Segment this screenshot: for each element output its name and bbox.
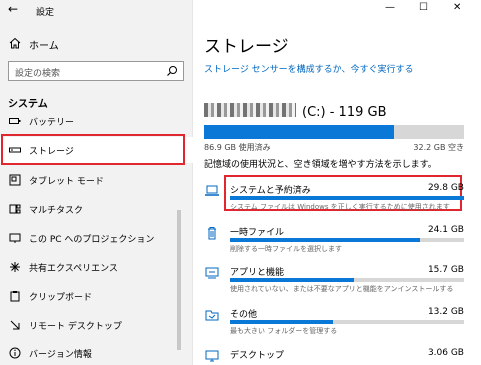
sidebar-item-label: マルチタスク — [29, 206, 84, 216]
drive-usage-fill — [204, 125, 394, 139]
sidebar-item-label: クリップボード — [29, 293, 93, 303]
category-name: その他 — [230, 310, 258, 320]
category-size: 15.7 GB — [427, 265, 464, 275]
redacted-drive-name — [204, 103, 296, 117]
sidebar-item-label: この PC へのプロジェクション — [29, 235, 155, 245]
drive-used: 86.9 GB 使用済み — [204, 143, 271, 152]
title-bar: ← 設定 — [0, 0, 193, 22]
drive-label: (C:) - 119 GB — [302, 105, 387, 120]
category-bar — [230, 196, 464, 200]
remote-icon — [10, 320, 20, 330]
highlight-box — [1, 134, 185, 165]
sidebar-item-label: リモート デスクトップ — [29, 322, 122, 332]
sidebar-item-remote-desktop[interactable]: リモート デスクトップ — [0, 312, 193, 338]
apps-icon — [205, 267, 219, 279]
category-size: 13.2 GB — [427, 307, 464, 317]
nav-home[interactable]: ホーム — [0, 34, 193, 54]
category-size: 29.8 GB — [427, 183, 464, 193]
category-subtext: システム ファイルは Windows を正しく実行するために使用されます — [230, 203, 450, 211]
category-name: アプリと機能 — [230, 268, 285, 278]
desktop-icon — [205, 350, 219, 362]
drive-free: 32.2 GB 空き — [413, 143, 464, 152]
category-bar-fill — [230, 238, 420, 242]
info-icon — [9, 347, 21, 359]
window-controls: — ☐ ✕ — [371, 0, 481, 18]
usage-description: 記憶域の使用状況と、空き領域を増やす方法を示します。 — [204, 160, 437, 170]
category-size: 3.06 GB — [427, 348, 464, 358]
folder-icon — [205, 310, 219, 321]
category-bar-fill — [230, 320, 333, 324]
category-size: 24.1 GB — [427, 225, 464, 235]
sidebar-item-projection[interactable]: この PC へのプロジェクション — [0, 225, 193, 251]
minimize-button[interactable]: — — [385, 2, 395, 13]
close-button[interactable]: ✕ — [453, 2, 461, 13]
search-input[interactable]: 設定の検索 — [8, 61, 184, 81]
storage-sense-link[interactable]: ストレージ センサーを構成するか、今すぐ実行する — [204, 62, 414, 75]
sidebar-item-label: バージョン情報 — [29, 350, 92, 360]
category-name: 一時ファイル — [230, 228, 285, 238]
battery-icon — [9, 118, 21, 124]
page-title: ストレージ — [204, 37, 289, 57]
drive-usage-bar — [204, 125, 464, 139]
sidebar-item-shared-experiences[interactable]: 共有エクスペリエンス — [0, 254, 193, 280]
trash-icon — [208, 227, 216, 240]
sidebar-item-label: バッテリー — [29, 118, 75, 128]
sidebar-item-tablet-mode[interactable]: タブレット モード — [0, 167, 193, 193]
back-button[interactable]: ← — [8, 2, 18, 16]
multitask-icon — [9, 204, 21, 214]
tablet-icon — [9, 174, 21, 186]
app-title: 設定 — [36, 8, 55, 18]
clipboard-icon — [10, 291, 20, 302]
nav-home-label: ホーム — [29, 41, 59, 52]
settings-sidebar: ← 設定 ホーム 設定の検索 システム バッテリー ストレージ タブレット モー… — [0, 0, 193, 365]
search-placeholder: 設定の検索 — [15, 69, 61, 79]
category-bar — [230, 320, 464, 324]
sidebar-item-multitask[interactable]: マルチタスク — [0, 196, 193, 222]
sidebar-item-label: 共有エクスペリエンス — [29, 264, 118, 274]
home-icon — [9, 37, 21, 49]
sidebar-item-clipboard[interactable]: クリップボード — [0, 283, 193, 309]
category-bar-fill — [230, 196, 464, 200]
shared-icon — [10, 262, 20, 272]
category-subtext: 削除する一時ファイルを選択します — [230, 245, 342, 253]
category-bar — [230, 278, 464, 282]
drive-heading: (C:) - 119 GB — [204, 103, 387, 120]
sidebar-item-battery[interactable]: バッテリー — [0, 108, 193, 134]
category-bar-fill — [230, 278, 355, 282]
search-icon — [167, 66, 177, 76]
sidebar-item-about[interactable]: バージョン情報 — [0, 340, 193, 365]
sidebar-item-label: タブレット モード — [29, 177, 104, 187]
category-subtext: 最も大きい フォルダーを管理する — [230, 327, 338, 335]
laptop-icon — [205, 185, 219, 196]
maximize-button[interactable]: ☐ — [419, 2, 428, 13]
projection-icon — [9, 233, 21, 243]
storage-page: — ☐ ✕ ストレージ ストレージ センサーを構成するか、今すぐ実行する (C:… — [194, 0, 481, 365]
sidebar-scrollbar[interactable] — [177, 210, 181, 350]
category-name: デスクトップ — [230, 351, 285, 361]
category-name: システムと予約済み — [230, 186, 311, 196]
category-bar — [230, 238, 464, 242]
category-subtext: 使用されていない、または不要なアプリと機能をアンインストールする — [230, 285, 454, 293]
